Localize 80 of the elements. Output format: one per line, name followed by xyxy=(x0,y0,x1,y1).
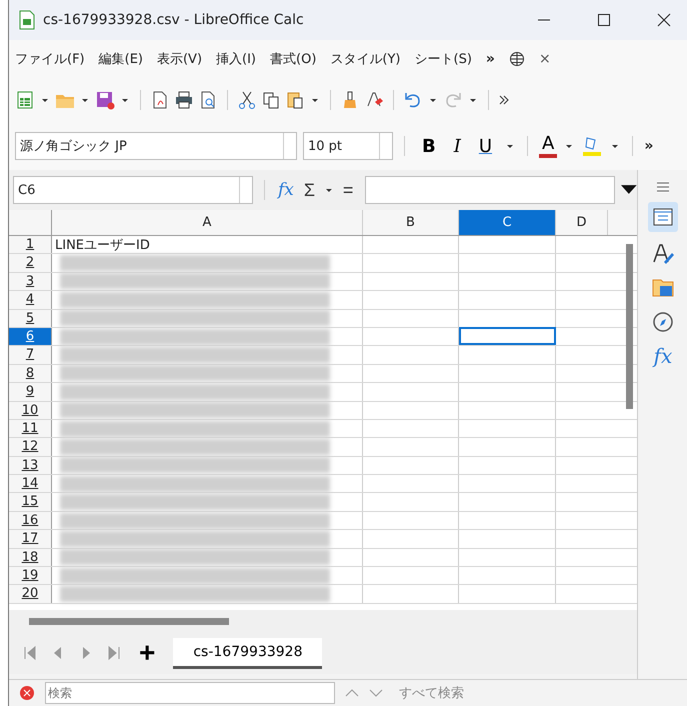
row-header[interactable]: 9 xyxy=(9,383,52,401)
styles-icon[interactable] xyxy=(651,242,675,266)
functions-button[interactable]: fx xyxy=(654,344,672,368)
function-wizard-button[interactable]: fx xyxy=(276,180,296,200)
save-icon[interactable] xyxy=(95,90,115,110)
overflow-button[interactable]: » xyxy=(644,138,654,154)
globe-icon[interactable] xyxy=(508,51,525,67)
dropdown-arrow-icon[interactable] xyxy=(507,144,514,148)
formula-button[interactable]: = xyxy=(340,180,356,200)
row-header[interactable]: 2 xyxy=(9,254,52,272)
column-header[interactable]: A xyxy=(52,210,363,235)
row-header[interactable]: 1 xyxy=(9,236,52,254)
menu-item[interactable]: シート(S) xyxy=(414,50,472,68)
underline-button[interactable]: U xyxy=(472,136,498,156)
row-header[interactable]: 16 xyxy=(9,512,52,530)
spreadsheet-file-icon xyxy=(19,10,35,30)
bold-button[interactable]: B xyxy=(416,136,442,156)
add-sheet-button[interactable]: + xyxy=(135,639,160,667)
dropdown-arrow-icon[interactable] xyxy=(612,144,618,148)
row-header[interactable]: 11 xyxy=(9,420,52,438)
row-header[interactable]: 6 xyxy=(9,328,52,346)
row-header[interactable]: 14 xyxy=(9,475,52,492)
properties-icon[interactable] xyxy=(648,202,678,232)
row-header[interactable]: 3 xyxy=(9,272,52,290)
close-icon[interactable] xyxy=(656,12,672,28)
sum-button[interactable]: Σ xyxy=(302,180,318,200)
dropdown-arrow-icon[interactable] xyxy=(312,98,318,102)
expand-icon[interactable] xyxy=(621,185,638,195)
row-header[interactable]: 18 xyxy=(9,548,52,566)
row-header[interactable]: 7 xyxy=(9,346,52,364)
name-box[interactable]: C6 xyxy=(13,176,254,204)
row-header[interactable]: 5 xyxy=(9,310,52,327)
column-header[interactable]: D xyxy=(556,210,608,235)
chevron-down-icon[interactable] xyxy=(369,689,383,697)
row-header[interactable]: 10 xyxy=(9,402,52,419)
row-header[interactable]: 19 xyxy=(9,567,52,584)
column-header[interactable]: C xyxy=(459,210,556,235)
row-header[interactable]: 20 xyxy=(9,585,52,603)
menu-item[interactable]: 編集(E) xyxy=(98,50,143,68)
search-field[interactable]: 検索 xyxy=(45,682,335,704)
window-title: cs-1679933928.csv - LibreOffice Calc xyxy=(43,12,304,28)
italic-button[interactable]: I xyxy=(448,136,467,156)
maximize-icon[interactable] xyxy=(596,12,612,28)
formula-input-field[interactable] xyxy=(365,176,616,204)
highlighter-icon[interactable] xyxy=(581,135,604,157)
font-name-field[interactable]: 源ノ角ゴシック JP xyxy=(15,132,297,160)
sheet-tab[interactable]: cs-1679933928 xyxy=(173,638,322,668)
font-color-button[interactable]: A xyxy=(539,134,558,158)
printer-icon[interactable] xyxy=(174,90,194,110)
menu-item[interactable]: スタイル(Y) xyxy=(330,50,400,68)
overflow-button[interactable]: » xyxy=(486,51,495,67)
dropdown-arrow-icon[interactable] xyxy=(82,98,88,102)
dropdown-arrow-icon[interactable] xyxy=(122,98,128,102)
row-header[interactable]: 15 xyxy=(9,493,52,511)
dropdown-arrow-icon[interactable] xyxy=(470,98,476,102)
paste-icon[interactable] xyxy=(285,90,305,110)
chevron-up-icon[interactable] xyxy=(345,689,359,697)
menu-icon[interactable] xyxy=(656,182,670,192)
menu-item[interactable]: ファイル(F) xyxy=(15,50,85,68)
new-spreadsheet-icon[interactable] xyxy=(15,90,35,110)
row-header[interactable]: 17 xyxy=(9,530,52,548)
row-header[interactable]: 8 xyxy=(9,364,52,382)
navigator-icon[interactable] xyxy=(651,310,675,334)
overflow-icon[interactable] xyxy=(498,94,510,106)
dropdown-arrow-icon[interactable] xyxy=(42,98,48,102)
scissors-icon[interactable] xyxy=(237,90,257,110)
close-button[interactable]: × xyxy=(538,51,551,67)
vertical-scrollbar[interactable] xyxy=(626,244,633,409)
row-header[interactable]: 4 xyxy=(9,291,52,309)
menu-item[interactable]: 表示(V) xyxy=(156,50,202,68)
table-cell-text: LINEユーザーID xyxy=(54,236,150,254)
menu-item[interactable]: 挿入(I) xyxy=(216,50,256,68)
menu-item[interactable]: 書式(O) xyxy=(270,50,316,68)
copy-icon[interactable] xyxy=(261,90,281,110)
font-size-field[interactable]: 10 pt xyxy=(303,132,393,160)
dropdown-arrow-icon[interactable] xyxy=(326,188,332,192)
row-header[interactable]: 13 xyxy=(9,456,52,474)
dropdown-arrow-icon[interactable] xyxy=(566,144,572,148)
dropdown-arrow-icon[interactable] xyxy=(430,98,436,102)
row-header[interactable]: 12 xyxy=(9,438,52,456)
